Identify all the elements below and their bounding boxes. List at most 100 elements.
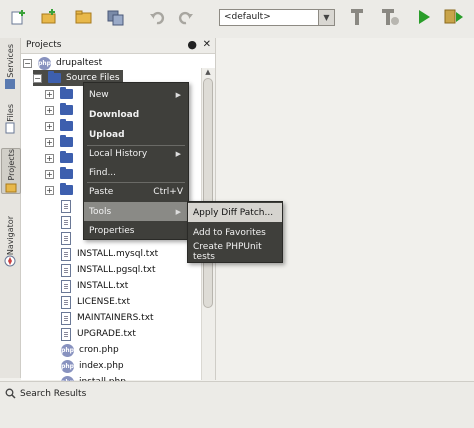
run-icon[interactable]	[412, 5, 436, 29]
menu-item-find[interactable]: Find...	[84, 163, 188, 182]
tree-node-file[interactable]: INSTALL.mysql.txt	[61, 246, 158, 262]
text-file-icon	[61, 263, 71, 277]
menu-item-download-label: Download	[89, 109, 140, 120]
folder-icon	[60, 183, 73, 195]
menu-item-paste-label: Paste	[89, 186, 114, 197]
menu-item-upload-label: Upload	[89, 129, 125, 140]
tree-node-file[interactable]: UPGRADE.txt	[61, 326, 136, 342]
configuration-combo[interactable]: <default> ▼	[219, 9, 335, 26]
php-project-icon: php	[38, 56, 51, 70]
save-all-icon[interactable]	[104, 5, 128, 29]
menu-item-upload[interactable]: Upload	[84, 125, 188, 144]
tree-node-folder[interactable]: +	[45, 166, 78, 182]
tree-node-folder[interactable]: +	[45, 150, 78, 166]
tree-node-folder[interactable]: +	[45, 118, 78, 134]
text-file-icon	[61, 327, 71, 341]
expand-icon[interactable]: +	[45, 137, 54, 147]
collapse-icon[interactable]: −	[33, 73, 42, 83]
file-label: LICENSE.txt	[77, 297, 131, 307]
projects-icon	[5, 183, 17, 193]
tree-node-file[interactable]	[61, 230, 77, 246]
navigator-icon	[4, 255, 16, 267]
folder-icon	[60, 135, 73, 147]
folder-icon	[60, 119, 73, 131]
menu-item-new[interactable]: New ▶	[84, 85, 188, 104]
new-file-icon[interactable]	[6, 5, 30, 29]
tree-node-file[interactable]	[61, 198, 77, 214]
submenu-arrow-icon: ▶	[175, 149, 181, 158]
menu-item-properties[interactable]: Properties	[84, 221, 188, 240]
menu-item-new-label: New	[89, 89, 109, 100]
tree-node-file[interactable]: INSTALL.pgsql.txt	[61, 262, 156, 278]
tab-files[interactable]: Files	[1, 104, 19, 134]
tree-node-folder[interactable]: +	[45, 102, 78, 118]
menu-item-local-history[interactable]: Local History ▶	[84, 144, 188, 163]
minimize-icon[interactable]: ●	[187, 38, 197, 51]
menu-item-add-to-favorites[interactable]: Add to Favorites	[188, 223, 282, 242]
expand-icon[interactable]: +	[45, 121, 54, 131]
text-file-icon	[61, 215, 71, 229]
menu-item-paste[interactable]: Paste Ctrl+V	[84, 182, 188, 201]
search-results-label: Search Results	[20, 388, 87, 399]
tab-projects-label: Projects	[6, 149, 16, 181]
tab-services[interactable]: Services	[1, 44, 19, 90]
tree-node-file[interactable]: LICENSE.txt	[61, 294, 130, 310]
tab-services-label: Services	[5, 44, 15, 78]
debug-icon[interactable]	[442, 5, 466, 29]
menu-item-add-to-favorites-label: Add to Favorites	[193, 227, 266, 238]
tree-node-file[interactable]	[61, 214, 77, 230]
clean-build-icon[interactable]	[378, 5, 402, 29]
submenu-arrow-icon: ▶	[175, 90, 181, 99]
tree-node-file[interactable]: MAINTAINERS.txt	[61, 310, 154, 326]
tree-node-folder[interactable]: +	[45, 134, 78, 150]
file-label: INSTALL.pgsql.txt	[77, 265, 156, 275]
tree-node-file[interactable]: php cron.php	[61, 342, 119, 358]
scroll-up-icon[interactable]: ▲	[203, 68, 213, 78]
new-project-icon[interactable]	[37, 5, 61, 29]
menu-item-tools[interactable]: Tools ▶	[84, 202, 188, 221]
menu-item-download[interactable]: Download	[84, 105, 188, 124]
expand-icon[interactable]: +	[45, 153, 54, 163]
menu-item-paste-shortcut: Ctrl+V	[153, 186, 183, 197]
open-project-icon[interactable]	[72, 5, 96, 29]
projects-panel-header: Projects ● ✕	[21, 38, 215, 54]
menu-item-properties-label: Properties	[89, 225, 135, 236]
menu-item-apply-diff-patch[interactable]: Apply Diff Patch...	[188, 203, 282, 222]
tree-node-file[interactable]: INSTALL.txt	[61, 278, 128, 294]
text-file-icon	[61, 279, 71, 293]
file-label: INSTALL.mysql.txt	[77, 249, 159, 259]
file-label: cron.php	[79, 345, 119, 355]
php-file-icon: php	[61, 359, 74, 373]
expand-icon[interactable]: +	[45, 89, 54, 99]
bottom-panel: Search Results	[0, 381, 474, 428]
menu-item-tools-label: Tools	[89, 206, 112, 217]
tree-node-folder[interactable]: +	[45, 182, 78, 198]
tab-projects[interactable]: Projects	[1, 148, 21, 194]
text-file-icon	[61, 247, 71, 261]
menu-item-create-phpunit-tests-label: Create PHPUnit tests	[193, 241, 262, 262]
search-icon	[5, 388, 16, 399]
chevron-down-icon[interactable]: ▼	[318, 10, 334, 25]
projects-panel-title: Projects	[26, 40, 62, 50]
collapse-icon[interactable]: −	[23, 58, 32, 68]
folder-icon	[60, 167, 73, 179]
close-icon[interactable]: ✕	[203, 39, 211, 50]
tab-files-label: Files	[5, 104, 15, 122]
tree-node-file[interactable]: php index.php	[61, 358, 124, 374]
configuration-combo-value: <default>	[224, 12, 271, 22]
undo-icon[interactable]	[145, 5, 169, 29]
scrollbar-thumb[interactable]	[203, 78, 213, 308]
build-icon[interactable]	[345, 5, 369, 29]
file-label: UPGRADE.txt	[77, 329, 136, 339]
expand-icon[interactable]: +	[45, 185, 54, 195]
menu-item-create-phpunit-tests[interactable]: Create PHPUnit tests	[188, 241, 282, 262]
expand-icon[interactable]: +	[45, 169, 54, 179]
tree-node-project[interactable]: − php drupaltest	[23, 55, 102, 71]
expand-icon[interactable]: +	[45, 105, 54, 115]
tree-node-folder[interactable]: +	[45, 86, 78, 102]
file-label: INSTALL.txt	[77, 281, 129, 291]
redo-icon[interactable]	[174, 5, 198, 29]
tab-navigator[interactable]: Navigator	[1, 216, 19, 267]
text-file-icon	[61, 231, 71, 245]
tab-search-results[interactable]: Search Results	[5, 388, 86, 399]
